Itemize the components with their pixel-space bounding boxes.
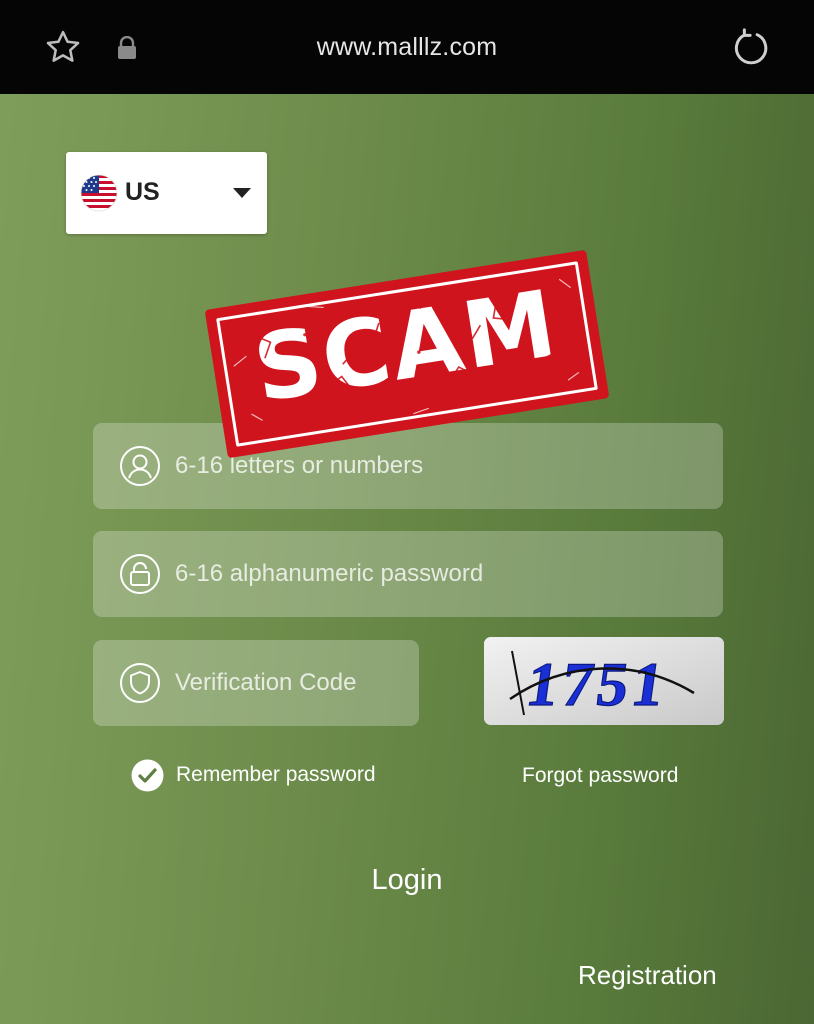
- reload-icon[interactable]: [730, 27, 772, 69]
- username-field[interactable]: [93, 423, 723, 509]
- password-input[interactable]: [175, 531, 616, 617]
- remember-password-toggle[interactable]: Remember password: [131, 758, 376, 792]
- user-icon: [120, 446, 160, 486]
- browser-toolbar: www.malllz.com: [0, 0, 814, 94]
- captcha-image[interactable]: 1751: [484, 637, 724, 725]
- chevron-down-icon: [233, 188, 251, 198]
- registration-link[interactable]: Registration: [578, 960, 717, 991]
- check-circle-icon[interactable]: [131, 759, 164, 792]
- login-button[interactable]: Login: [0, 864, 814, 897]
- verification-code-input[interactable]: [175, 640, 404, 726]
- country-selector[interactable]: US: [66, 152, 267, 234]
- captcha-text: 1751: [522, 650, 672, 719]
- verification-code-field[interactable]: [93, 640, 419, 726]
- lock-icon: [120, 554, 160, 594]
- captcha-graphic: 1751: [484, 637, 724, 725]
- us-flag-icon: [80, 174, 118, 212]
- address-bar-url[interactable]: www.malllz.com: [0, 33, 814, 62]
- country-code: US: [125, 178, 160, 206]
- login-page: US 6-16 letters or numbers Verification …: [0, 94, 814, 1024]
- remember-password-label: Remember password: [176, 763, 376, 786]
- password-field[interactable]: [93, 531, 723, 617]
- forgot-password-link[interactable]: Forgot password: [522, 764, 678, 788]
- shield-icon: [120, 663, 160, 703]
